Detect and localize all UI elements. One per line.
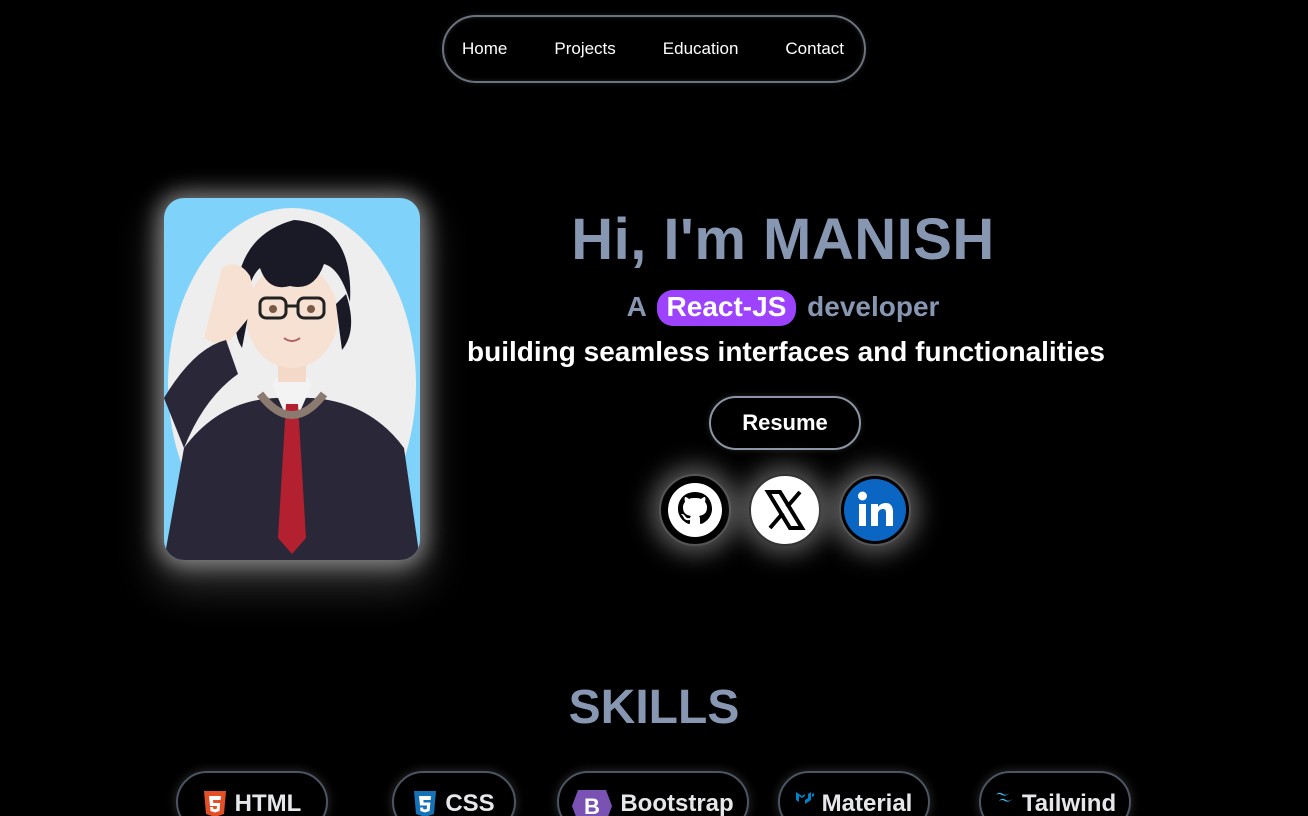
nav-contact[interactable]: Contact (785, 39, 844, 59)
skill-label: HTML (234, 790, 302, 816)
tailwind-icon (994, 790, 1014, 804)
skill-label: CSS (445, 790, 495, 816)
skill-label: Tailwind (1021, 790, 1117, 816)
svg-text:B: B (584, 794, 600, 816)
role-prefix: A (626, 291, 646, 322)
anime-avatar-illustration (164, 208, 420, 560)
portfolio-page: Home Projects Education Contact Hi, I'm … (0, 0, 1308, 816)
skill-css[interactable]: CSS (392, 771, 516, 816)
hero-role: A React-JS developer (480, 290, 1086, 326)
css3-icon (413, 790, 437, 816)
skill-material[interactable]: Material (778, 771, 930, 816)
html5-icon (203, 790, 227, 816)
hero-tagline: building seamless interfaces and functio… (467, 336, 1105, 367)
hero-title: Hi, I'm MANISH (571, 207, 995, 272)
linkedin-icon (844, 479, 906, 541)
nav-projects[interactable]: Projects (554, 39, 615, 59)
profile-avatar (164, 198, 420, 560)
linkedin-link[interactable] (839, 474, 911, 546)
skills-heading: SKILLS (568, 681, 740, 734)
top-nav: Home Projects Education Contact (442, 15, 866, 83)
x-icon (764, 490, 806, 530)
github-link[interactable] (659, 474, 731, 546)
material-ui-icon (795, 790, 814, 806)
skill-bootstrap[interactable]: B Bootstrap (557, 771, 749, 816)
nav-home[interactable]: Home (462, 39, 507, 59)
skill-html[interactable]: HTML (176, 771, 328, 816)
github-icon (668, 483, 722, 537)
resume-button[interactable]: Resume (709, 396, 861, 450)
skill-tailwind[interactable]: Tailwind (979, 771, 1131, 816)
bootstrap-icon: B (572, 790, 613, 816)
x-link[interactable] (749, 474, 821, 546)
skill-label: Material (821, 790, 913, 816)
skill-label: Bootstrap (620, 790, 734, 816)
role-highlight-badge: React-JS (656, 290, 797, 326)
role-suffix: developer (807, 291, 940, 322)
nav-education[interactable]: Education (663, 39, 739, 59)
